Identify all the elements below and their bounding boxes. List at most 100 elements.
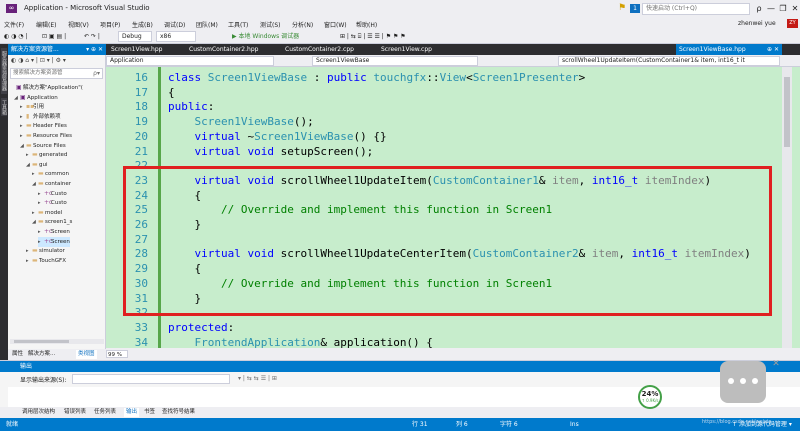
- menu-view[interactable]: 视图(V): [68, 20, 89, 29]
- tree-item[interactable]: ◢ ▬Source Files: [20, 141, 66, 151]
- tree-item[interactable]: ▸ ▬TouchGFX: [26, 256, 66, 266]
- menu-build[interactable]: 生成(B): [132, 20, 153, 29]
- tab-screen1view-cpp[interactable]: Screen1View.cpp: [378, 44, 432, 55]
- nav-back-forward-icon[interactable]: ◐ ◑ ◔ |: [4, 31, 27, 42]
- tab-output[interactable]: 输出: [124, 408, 140, 417]
- tab-customcontainer2-hpp[interactable]: CustomContainer2.hpp: [186, 44, 258, 55]
- menu-project[interactable]: 项目(P): [100, 20, 120, 29]
- toolbar-extra-icons[interactable]: ⊞ | ⇆ ⌸ | ☰ ☰ | ⚑ ⚑ ⚑: [340, 31, 406, 42]
- notification-flag-icon[interactable]: ⚑: [618, 3, 628, 13]
- panel-pin-close-icon[interactable]: ▾ ⊕ ✕: [86, 44, 103, 55]
- tree-item-label: Custo: [51, 200, 67, 207]
- code-line[interactable]: virtual ~Screen1ViewBase() {}: [168, 130, 387, 143]
- undo-redo-icon[interactable]: ↶ ↷ |: [84, 31, 100, 42]
- scrollbar-thumb[interactable]: [784, 77, 790, 147]
- tab-error-list[interactable]: 错误列表: [62, 408, 88, 417]
- output-text-area[interactable]: [8, 387, 800, 408]
- tree-item[interactable]: ◢ ▬screen1_s: [32, 217, 72, 227]
- tree-item[interactable]: ◢ ▬gui: [26, 160, 48, 170]
- tree-item[interactable]: ▸ ▬simulator: [26, 246, 65, 256]
- menu-team[interactable]: 团队(M): [196, 20, 218, 29]
- tree-item[interactable]: ▸ ▮ 外部依赖项: [20, 112, 61, 122]
- status-column: 列 6: [456, 421, 468, 428]
- tab-pin-close-icon[interactable]: ⊕ ✕: [767, 44, 779, 55]
- notification-count-badge[interactable]: 1: [630, 4, 640, 13]
- tab-screen1viewbase-hpp[interactable]: Screen1ViewBase.hpp ⊕ ✕: [676, 44, 782, 55]
- status-ins: Ins: [570, 421, 579, 428]
- tab-task-list[interactable]: 任务列表: [92, 408, 118, 417]
- user-avatar[interactable]: ZY: [787, 19, 798, 28]
- code-line[interactable]: Screen1ViewBase();: [168, 115, 314, 128]
- project-dropdown[interactable]: Application: [106, 56, 274, 66]
- active-tab-label: Screen1ViewBase.hpp: [679, 46, 746, 53]
- menu-file[interactable]: 文件(F): [4, 20, 24, 29]
- tab-find-symbol-results[interactable]: 查找符号结果: [160, 408, 197, 417]
- quick-launch-input[interactable]: 快速启动 (Ctrl+Q): [642, 3, 750, 15]
- tree-item[interactable]: ▸ +cCusto: [38, 189, 67, 199]
- server-explorer-tab[interactable]: 服务器资源管理器: [1, 48, 7, 94]
- tree-item-icon: +c: [44, 237, 53, 245]
- tab-screen1view-hpp[interactable]: Screen1View.hpp: [108, 44, 162, 55]
- tree-item[interactable]: ▸ ▬generated: [26, 150, 67, 160]
- code-token: Screen1ViewBase: [207, 71, 308, 84]
- tab-class-view[interactable]: 类视图: [76, 350, 97, 359]
- scrollbar-thumb[interactable]: [14, 340, 69, 343]
- scope-dropdown[interactable]: Screen1ViewBase: [312, 56, 478, 66]
- tree-item[interactable]: ▸ ▪▪引用: [20, 102, 44, 112]
- tree-item[interactable]: ◢ ▣Application: [14, 93, 58, 103]
- tree-item[interactable]: ▸ +cScreen: [38, 227, 70, 237]
- editor-vertical-scrollbar[interactable]: [782, 67, 792, 348]
- menu-help[interactable]: 帮助(H): [356, 20, 377, 29]
- tree-item[interactable]: ▸ +cScreen: [38, 236, 70, 247]
- close-button[interactable]: ✕: [788, 2, 800, 15]
- code-line[interactable]: FrontendApplication& application() {: [168, 336, 433, 348]
- network-speed-widget[interactable]: 24% ↑ 0.9K/s: [638, 385, 662, 409]
- menu-window[interactable]: 窗口(W): [324, 20, 347, 29]
- tree-item-label: generated: [39, 152, 68, 159]
- chat-close-icon[interactable]: ✕: [770, 358, 782, 370]
- tab-solution-explorer[interactable]: 解决方案...: [26, 350, 57, 359]
- tree-item[interactable]: ◢ ▬container: [32, 179, 71, 189]
- user-name[interactable]: zhenwei yue: [738, 20, 776, 27]
- tree-item[interactable]: ▸ ▬model: [32, 208, 62, 218]
- member-dropdown[interactable]: scrollWheel1UpdateItem(CustomContainer1&…: [558, 56, 780, 66]
- solution-explorer-toolbar[interactable]: ◐ ◑ ⌂ ▾ | ⊡ ▾ | ⚙ ▾: [8, 55, 106, 66]
- solution-horizontal-scrollbar[interactable]: [10, 339, 104, 344]
- solution-config-dropdown[interactable]: Debug: [118, 31, 152, 42]
- tree-item-label: 外部依赖项: [33, 113, 61, 120]
- menu-analyze[interactable]: 分析(N): [292, 20, 313, 29]
- bottom-tool-tabs: 调用层次结构 错误列表 任务列表 输出 书签 查找符号结果: [0, 407, 800, 418]
- highlight-annotation-box: [123, 166, 772, 316]
- tree-item[interactable]: ▸ ▬Resource Files: [20, 131, 72, 141]
- code-line[interactable]: {: [168, 86, 175, 99]
- output-source-dropdown[interactable]: [72, 374, 230, 384]
- start-debugging-button[interactable]: ▶ 本地 Windows 调试器: [232, 31, 299, 42]
- tab-bookmarks[interactable]: 书签: [142, 408, 157, 417]
- toolbox-tab[interactable]: 工具箱: [1, 98, 7, 116]
- tab-call-hierarchy[interactable]: 调用层次结构: [20, 408, 57, 417]
- new-open-save-icon[interactable]: ⊡ ▣ ▤ |: [42, 31, 66, 42]
- solution-search-input[interactable]: 搜索解决方案资源管 ρ▾: [10, 68, 103, 79]
- tree-item-icon: ▬: [38, 180, 44, 187]
- tab-customcontainer2-cpp[interactable]: CustomContainer2.cpp: [282, 44, 354, 55]
- code-line[interactable]: protected:: [168, 321, 234, 334]
- menu-edit[interactable]: 编辑(E): [36, 20, 56, 29]
- menu-debug[interactable]: 调试(D): [164, 20, 185, 29]
- navigation-bar: Application Screen1ViewBase scrollWheel1…: [106, 55, 800, 67]
- menu-test[interactable]: 测试(S): [260, 20, 281, 29]
- chat-bubble-icon[interactable]: [720, 361, 766, 403]
- search-icon[interactable]: ρ▾: [93, 69, 100, 78]
- tree-item[interactable]: ▸ +cCusto: [38, 198, 67, 208]
- tree-item[interactable]: ▣解决方案"Application"(: [10, 83, 83, 93]
- code-line[interactable]: class Screen1ViewBase : public touchgfx:…: [168, 71, 585, 84]
- code-line[interactable]: public:: [168, 100, 214, 113]
- platform-dropdown[interactable]: x86: [156, 31, 196, 42]
- code-line[interactable]: virtual void setupScreen();: [168, 145, 374, 158]
- zoom-dropdown[interactable]: 99 %: [106, 350, 128, 358]
- menu-tools[interactable]: 工具(T): [228, 20, 248, 29]
- tab-properties[interactable]: 属性: [10, 350, 25, 359]
- tree-item[interactable]: ▸ ▬Header Files: [20, 121, 67, 131]
- tree-item[interactable]: ▸ ▬common: [32, 169, 69, 179]
- output-toolbar-icons[interactable]: ▾ | ⇆ ⇆ ☰ | ⊞: [238, 375, 277, 382]
